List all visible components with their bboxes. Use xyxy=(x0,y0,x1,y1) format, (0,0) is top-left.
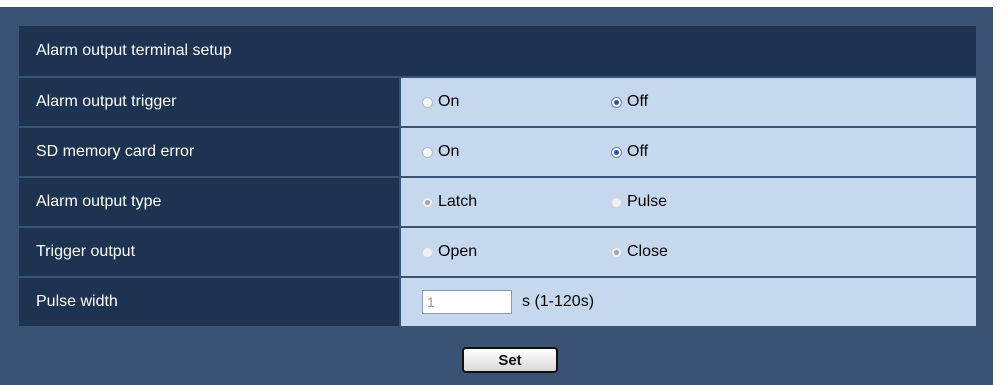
radio-label: On xyxy=(438,93,460,110)
radio-option-pulse[interactable]: Pulse xyxy=(611,193,667,211)
radio-option-off[interactable]: Off xyxy=(611,93,648,111)
radio-unchecked-icon[interactable] xyxy=(422,146,433,158)
radio-label: Pulse xyxy=(627,193,668,210)
radio-option-latch[interactable]: Latch xyxy=(422,193,477,211)
row-label: Pulse width xyxy=(19,278,399,326)
radio-option-close[interactable]: Close xyxy=(611,243,668,261)
row-value: Open Close xyxy=(401,228,976,276)
pulse-width-input[interactable] xyxy=(422,290,512,314)
row-label: SD memory card error xyxy=(19,128,399,176)
row-label: Trigger output xyxy=(19,228,399,276)
radio-label: Off xyxy=(627,93,649,110)
row-pulse-width: Pulse width s (1-120s) xyxy=(19,278,976,326)
settings-table: Alarm output terminal setup Alarm output… xyxy=(19,26,976,326)
row-value: s (1-120s) xyxy=(401,278,976,326)
row-trigger-output: Trigger output Open Close xyxy=(19,228,976,276)
radio-option-off[interactable]: Off xyxy=(611,143,648,161)
row-value: On Off xyxy=(401,78,976,126)
radio-option-on[interactable]: On xyxy=(422,143,459,161)
radio-option-on[interactable]: On xyxy=(422,93,459,111)
row-label: Alarm output trigger xyxy=(19,78,399,126)
section-title: Alarm output terminal setup xyxy=(19,26,976,76)
pulse-width-unit: s (1-120s) xyxy=(522,293,595,310)
row-label: Alarm output type xyxy=(19,178,399,226)
radio-option-open[interactable]: Open xyxy=(422,243,477,261)
radio-unchecked-icon[interactable] xyxy=(422,246,433,258)
row-alarm-output-type: Alarm output type Latch Pulse xyxy=(19,178,976,226)
set-button[interactable]: Set xyxy=(462,347,558,373)
settings-panel: Alarm output terminal setup Alarm output… xyxy=(0,7,993,385)
radio-label: Off xyxy=(627,143,649,160)
row-sd-memory-card-error: SD memory card error On Off xyxy=(19,128,976,176)
radio-checked-icon[interactable] xyxy=(611,246,622,258)
radio-checked-icon[interactable] xyxy=(422,196,433,208)
radio-label: On xyxy=(438,143,460,160)
radio-unchecked-icon[interactable] xyxy=(422,96,433,108)
radio-checked-icon[interactable] xyxy=(611,96,622,108)
radio-label: Open xyxy=(438,243,478,260)
radio-label: Latch xyxy=(438,193,478,210)
radio-unchecked-icon[interactable] xyxy=(611,196,622,208)
row-value: Latch Pulse xyxy=(401,178,976,226)
radio-label: Close xyxy=(627,243,668,260)
radio-checked-icon[interactable] xyxy=(611,146,622,158)
row-alarm-output-trigger: Alarm output trigger On Off xyxy=(19,78,976,126)
row-value: On Off xyxy=(401,128,976,176)
